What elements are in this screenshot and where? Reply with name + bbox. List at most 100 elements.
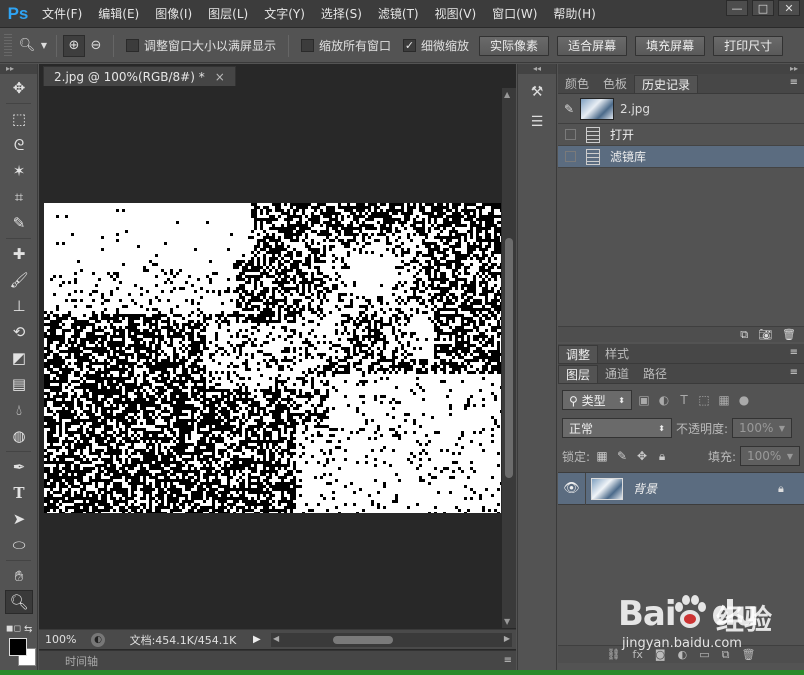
default-colors-icon[interactable]: ◼◻: [6, 624, 21, 634]
new-layer-icon[interactable]: ⧉: [722, 648, 730, 662]
brush-tool-icon[interactable]: 🖌︎: [5, 268, 33, 292]
hand-tool-icon[interactable]: ✋︎: [5, 564, 33, 588]
vertical-scroll-thumb[interactable]: [505, 238, 513, 478]
tab-color[interactable]: 颜色: [558, 75, 596, 93]
zoom-tool-icon[interactable]: 🔍︎: [5, 590, 33, 614]
maximize-button[interactable]: □: [752, 0, 774, 16]
panel-menu-icon[interactable]: ≡: [790, 77, 798, 88]
vertical-scrollbar[interactable]: ▲ ▼: [502, 88, 516, 628]
tab-styles[interactable]: 样式: [598, 345, 636, 363]
move-tool-icon[interactable]: ✥: [5, 76, 33, 100]
history-source-brush-icon[interactable]: ✎: [558, 102, 580, 116]
checkbox-box[interactable]: [126, 39, 139, 52]
lock-all-icon[interactable]: 🔒︎: [654, 448, 670, 464]
document-profile-icon[interactable]: ◐: [91, 632, 105, 647]
toolbox-collapse-icon[interactable]: ▸▸: [0, 64, 37, 74]
options-grip[interactable]: [4, 33, 12, 58]
layer-thumbnail[interactable]: [591, 477, 623, 500]
filter-toggle-icon[interactable]: ●: [736, 392, 752, 408]
menu-window[interactable]: 窗口(W): [484, 0, 545, 28]
new-group-icon[interactable]: ▭: [699, 648, 709, 661]
magic-wand-tool-icon[interactable]: ✶: [5, 159, 33, 183]
close-tab-icon[interactable]: ×: [215, 67, 225, 86]
lock-transparency-icon[interactable]: ▦: [594, 448, 610, 464]
dock-expand-icon[interactable]: ▸▸: [558, 64, 804, 74]
checkbox-box[interactable]: [301, 39, 315, 52]
marquee-tool-icon[interactable]: ⬚: [5, 107, 33, 131]
tab-swatches[interactable]: 色板: [596, 75, 634, 93]
path-selection-tool-icon[interactable]: ➤: [5, 507, 33, 531]
blur-tool-icon[interactable]: 💧︎: [5, 398, 33, 422]
history-source-checkbox[interactable]: [565, 129, 576, 140]
delete-layer-icon[interactable]: 🗑︎: [741, 648, 755, 661]
shape-filter-icon[interactable]: ⬚: [696, 392, 712, 408]
scroll-left-icon[interactable]: ◀: [273, 634, 279, 643]
layer-mask-icon[interactable]: ◙: [655, 648, 666, 661]
zoom-in-icon[interactable]: ⊕: [63, 34, 85, 57]
layer-name[interactable]: 背景: [633, 480, 778, 497]
document-tab[interactable]: 2.jpg @ 100%(RGB/8#) * ×: [43, 66, 236, 86]
horizontal-scrollbar[interactable]: ◀ ▶: [271, 632, 512, 647]
tab-adjustments[interactable]: 调整: [558, 345, 599, 363]
blend-mode-select[interactable]: 正常 ⬍: [562, 418, 672, 438]
horizontal-scroll-thumb[interactable]: [333, 635, 393, 644]
eyedropper-tool-icon[interactable]: ✎: [5, 211, 33, 235]
swap-colors-icon[interactable]: ⇆: [24, 624, 32, 635]
zoom-tool-preset-icon[interactable]: 🔍︎: [16, 35, 38, 57]
menu-help[interactable]: 帮助(H): [545, 0, 603, 28]
ellipse-tool-icon[interactable]: ⬭: [5, 533, 33, 557]
dock-collapse-icon[interactable]: ◂◂: [518, 64, 556, 74]
menu-layer[interactable]: 图层(L): [200, 0, 256, 28]
history-snapshot[interactable]: ✎ 2.jpg: [558, 94, 804, 124]
history-state[interactable]: 打开: [558, 124, 804, 146]
adjustment-layer-icon[interactable]: ◐: [678, 648, 688, 661]
fit-screen-button[interactable]: 适合屏幕: [557, 35, 628, 56]
new-snapshot-icon[interactable]: 📷︎: [758, 328, 772, 341]
menu-filter[interactable]: 滤镜(T): [370, 0, 427, 28]
panel-menu-icon[interactable]: ≡: [790, 347, 798, 358]
image-canvas[interactable]: [44, 203, 501, 513]
crop-tool-icon[interactable]: ⌗: [5, 185, 33, 209]
link-layers-icon[interactable]: ⛓: [607, 648, 621, 661]
lasso-tool-icon[interactable]: ᘓ: [5, 133, 33, 157]
menu-type[interactable]: 文字(Y): [256, 0, 313, 28]
panel-menu-icon[interactable]: ≡: [790, 367, 798, 378]
actual-pixels-button[interactable]: 实际像素: [479, 35, 550, 56]
visibility-eye-icon[interactable]: 👁︎: [558, 472, 586, 505]
tab-layers[interactable]: 图层: [558, 365, 599, 383]
zoom-all-windows-checkbox[interactable]: 缩放所有窗口: [301, 37, 391, 54]
adjustment-filter-icon[interactable]: ◐: [656, 392, 672, 408]
scroll-right-icon[interactable]: ▶: [504, 634, 510, 643]
gradient-tool-icon[interactable]: ▤: [5, 372, 33, 396]
new-document-from-state-icon[interactable]: ⧉: [740, 328, 748, 342]
scrubby-zoom-checkbox[interactable]: ✓ 细微缩放: [403, 37, 469, 54]
layer-row[interactable]: 👁︎ 背景 🔒︎: [558, 472, 804, 505]
timeline-panel-bar[interactable]: 时间轴 ≡: [39, 650, 516, 670]
menu-file[interactable]: 文件(F): [34, 0, 90, 28]
tab-history[interactable]: 历史记录: [634, 75, 699, 93]
delete-state-icon[interactable]: 🗑︎: [782, 328, 796, 341]
pixel-filter-icon[interactable]: ▣: [636, 392, 652, 408]
menu-view[interactable]: 视图(V): [427, 0, 485, 28]
fill-screen-button[interactable]: 填充屏幕: [635, 35, 706, 56]
clone-stamp-tool-icon[interactable]: ⊥: [5, 294, 33, 318]
layer-filter-select[interactable]: ⚲ 类型 ⬍: [562, 390, 632, 410]
preset-dropdown-icon[interactable]: ▼: [38, 35, 50, 57]
scroll-down-icon[interactable]: ▼: [504, 617, 510, 626]
zoom-level-field[interactable]: 100%: [39, 633, 91, 646]
history-brush-tool-icon[interactable]: ⟲: [5, 320, 33, 344]
tool-presets-icon[interactable]: ⚒: [523, 80, 551, 104]
dodge-tool-icon[interactable]: ◍: [5, 424, 33, 448]
resize-windows-checkbox[interactable]: 调整窗口大小以满屏显示: [126, 37, 276, 54]
tab-paths[interactable]: 路径: [636, 365, 674, 383]
zoom-out-icon[interactable]: ⊖: [85, 35, 107, 57]
smart-object-filter-icon[interactable]: ▦: [716, 392, 732, 408]
layer-style-icon[interactable]: fx: [633, 648, 643, 661]
lock-position-icon[interactable]: ✥: [634, 448, 650, 464]
close-button[interactable]: ✕: [778, 0, 800, 16]
history-state-selected[interactable]: 滤镜库: [558, 146, 804, 168]
lock-image-icon[interactable]: ✎: [614, 448, 630, 464]
fill-field[interactable]: 100% ▼: [740, 446, 800, 466]
brush-presets-icon[interactable]: ☰: [523, 110, 551, 134]
opacity-field[interactable]: 100% ▼: [732, 418, 793, 438]
